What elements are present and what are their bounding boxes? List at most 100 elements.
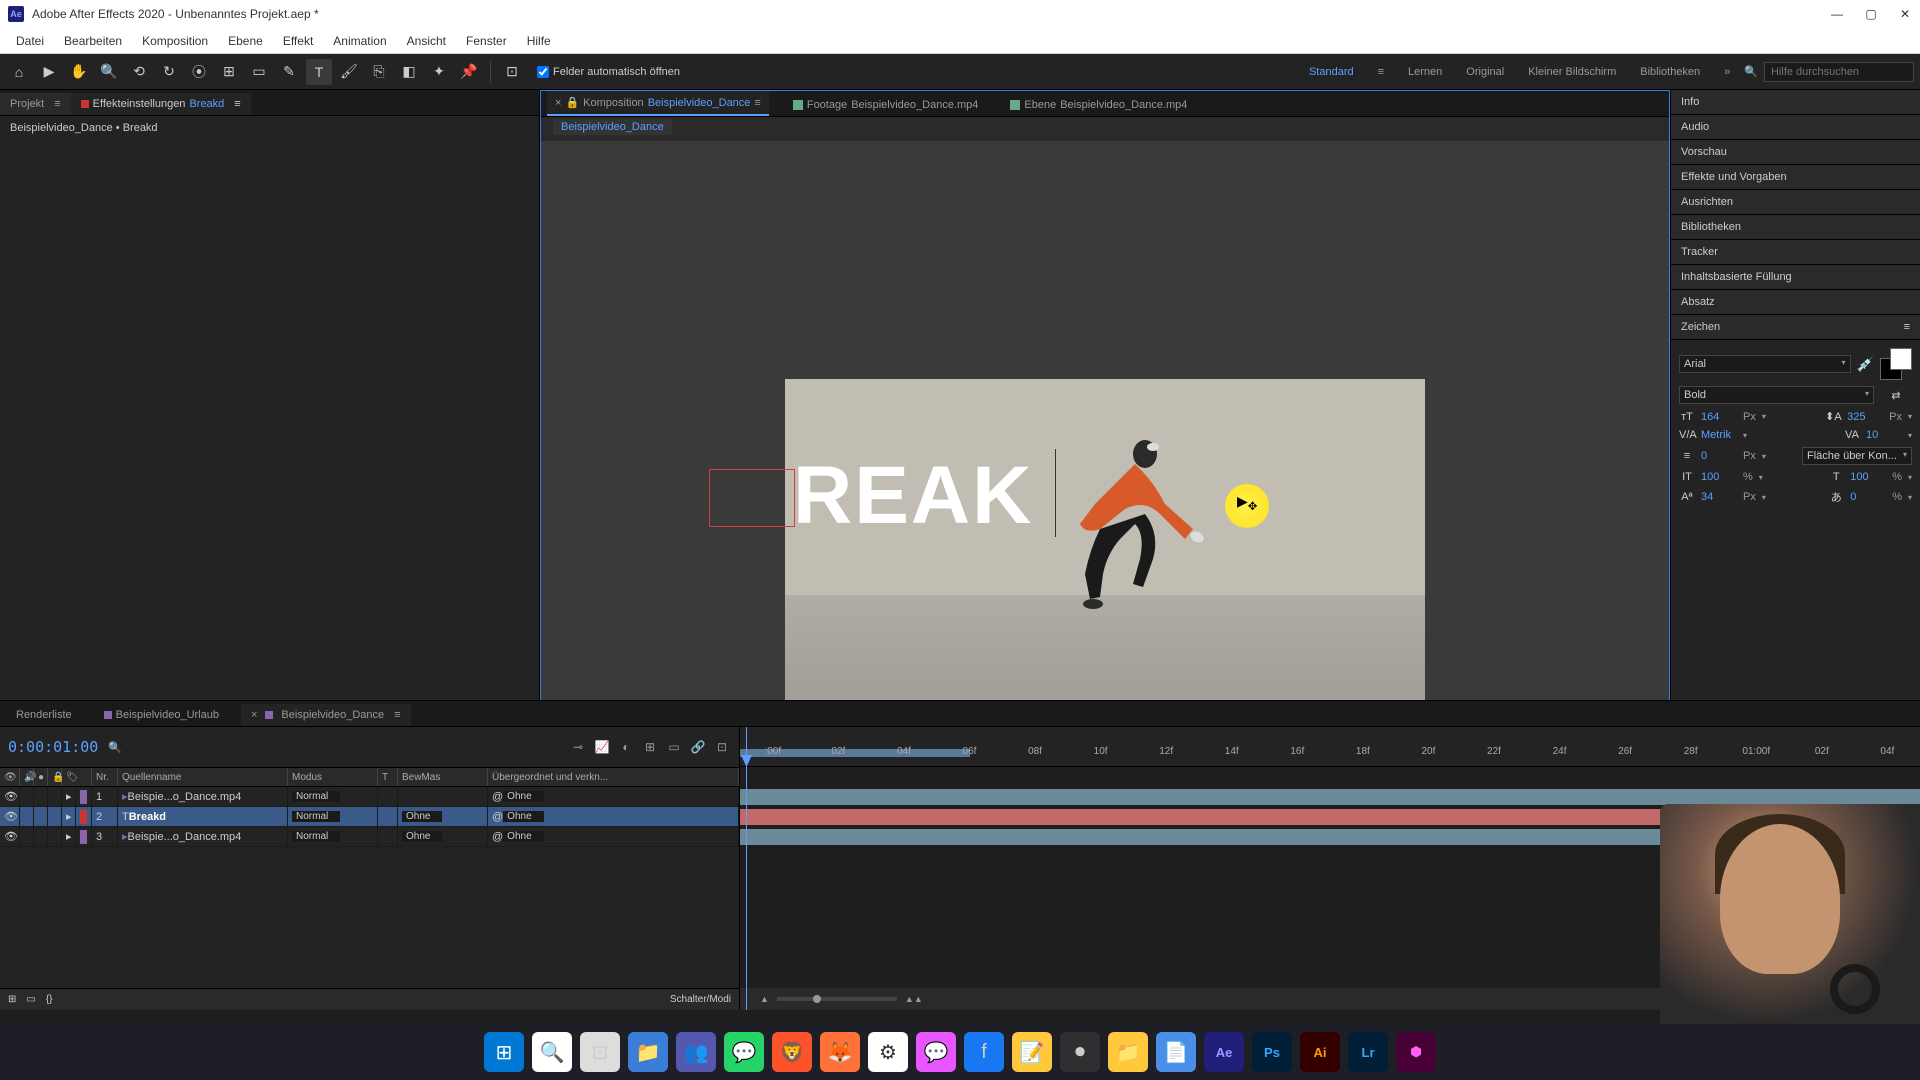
parent-dropdown[interactable]: Ohne [503, 791, 543, 802]
hand-tool[interactable]: ✋ [66, 59, 92, 85]
panel-absatz[interactable]: Absatz [1671, 290, 1920, 315]
mask-dropdown[interactable]: Ohne [402, 811, 442, 822]
taskbar-search-icon[interactable]: 🔍 [532, 1032, 572, 1072]
menu-ansicht[interactable]: Ansicht [397, 30, 456, 52]
comp-canvas[interactable]: REAK ▶✥ [785, 379, 1425, 739]
mode-dropdown[interactable]: Normal [292, 791, 340, 802]
type-tool[interactable]: T [306, 59, 332, 85]
leading-value[interactable]: 325 [1847, 411, 1883, 423]
obs-icon[interactable]: ⏺ [1060, 1032, 1100, 1072]
eye-icon[interactable]: 👁 [4, 810, 18, 823]
schalter-modi-button[interactable]: Schalter/Modi [670, 994, 731, 1005]
facebook-icon[interactable]: f [964, 1032, 1004, 1072]
start-button[interactable]: ⊞ [484, 1032, 524, 1072]
camera-tool[interactable]: ⦿ [186, 59, 212, 85]
teams-icon[interactable]: 👥 [676, 1032, 716, 1072]
layer-color-icon[interactable] [80, 830, 87, 844]
parent-pickwhip-icon[interactable]: @ [492, 811, 503, 823]
parent-pickwhip-icon[interactable]: @ [492, 791, 503, 803]
rotate-tool[interactable]: ↻ [156, 59, 182, 85]
comp-tab-ebene[interactable]: Ebene Beispielvideo_Dance.mp4 [1002, 94, 1195, 116]
tl-3d-icon[interactable]: ⊞ [641, 738, 659, 756]
puppet-tool[interactable]: 📌 [456, 59, 482, 85]
auto-open-checkbox[interactable]: Felder automatisch öffnen [537, 66, 680, 78]
comp-breadcrumb[interactable]: Beispielvideo_Dance [541, 117, 1669, 141]
panel-effekte[interactable]: Effekte und Vorgaben [1671, 165, 1920, 190]
tl-toggle-icon[interactable]: ⊞ [8, 994, 16, 1005]
tl-tab-urlaub[interactable]: Beispielvideo_Urlaub [94, 704, 229, 726]
tl-tab-renderliste[interactable]: Renderliste [6, 704, 82, 726]
taskview-icon[interactable]: ⊡ [580, 1032, 620, 1072]
workspace-menu-icon[interactable]: ≡ [1368, 62, 1394, 82]
menu-datei[interactable]: Datei [6, 30, 54, 52]
maximize-button[interactable]: ▢ [1864, 7, 1878, 21]
tracking-value[interactable]: 10 [1866, 429, 1902, 441]
explorer-icon[interactable]: 📁 [628, 1032, 668, 1072]
panel-info[interactable]: Info [1671, 90, 1920, 115]
notes-icon[interactable]: 📝 [1012, 1032, 1052, 1072]
swap-colors-icon[interactable]: ⇄ [1880, 389, 1912, 402]
zoom-out-icon[interactable]: ▲ [760, 994, 769, 1004]
timeline-search-icon[interactable]: 🔍 [108, 741, 122, 754]
eye-icon[interactable]: 👁 [4, 830, 18, 843]
tl-mb-icon[interactable]: ◐ [617, 738, 635, 756]
orbit-tool[interactable]: ⟲ [126, 59, 152, 85]
home-tool[interactable]: ⌂ [6, 59, 32, 85]
parent-dropdown[interactable]: Ohne [503, 831, 543, 842]
minimize-button[interactable]: — [1830, 7, 1844, 21]
workspace-more-icon[interactable]: » [1714, 62, 1740, 82]
tl-graph-icon[interactable]: 📈 [593, 738, 611, 756]
baseline-value[interactable]: 34 [1701, 491, 1737, 503]
layer-row-1[interactable]: 👁 ▸ 1 ▸Beispie...o_Dance.mp4 Normal @ Oh… [0, 787, 739, 807]
ai-taskbar-icon[interactable]: Ai [1300, 1032, 1340, 1072]
stroke-value[interactable]: 0 [1701, 450, 1737, 462]
menu-bearbeiten[interactable]: Bearbeiten [54, 30, 132, 52]
tl-frame-icon[interactable]: ▭ [665, 738, 683, 756]
close-button[interactable]: ✕ [1898, 7, 1912, 21]
tl-expr-icon[interactable]: ⊡ [713, 738, 731, 756]
tsume-value[interactable]: 0 [1850, 491, 1886, 503]
mode-dropdown[interactable]: Normal [292, 831, 340, 842]
vscale-value[interactable]: 100 [1701, 471, 1737, 483]
snap-icon[interactable]: ⊡ [499, 59, 525, 85]
color-swatch[interactable] [1880, 348, 1912, 380]
pen-tool[interactable]: ✎ [276, 59, 302, 85]
brave-icon[interactable]: 🦁 [772, 1032, 812, 1072]
firefox-icon[interactable]: 🦊 [820, 1032, 860, 1072]
comp-tab-komposition[interactable]: ×🔒 Komposition Beispielvideo_Dance ≡ [547, 91, 769, 116]
workspace-bibliotheken[interactable]: Bibliotheken [1630, 62, 1710, 82]
brush-tool[interactable]: 🖌 [336, 59, 362, 85]
layer-row-2[interactable]: 👁 ▸ 2 T Breakd Normal Ohne @ Ohne [0, 807, 739, 827]
panel-menu-icon[interactable]: ≡ [1904, 321, 1910, 333]
rect-tool[interactable]: ▭ [246, 59, 272, 85]
menu-fenster[interactable]: Fenster [456, 30, 517, 52]
hscale-value[interactable]: 100 [1850, 471, 1886, 483]
font-family-select[interactable]: Arial▾ [1679, 355, 1851, 373]
panel-tracker[interactable]: Tracker [1671, 240, 1920, 265]
menu-animation[interactable]: Animation [323, 30, 396, 52]
ps-taskbar-icon[interactable]: Ps [1252, 1032, 1292, 1072]
layer-color-icon[interactable] [80, 790, 87, 804]
stroke-option-select[interactable]: Fläche über Kon...▾ [1802, 447, 1912, 465]
eyedropper-icon[interactable]: 💉 [1857, 356, 1874, 373]
menu-ebene[interactable]: Ebene [218, 30, 273, 52]
ae-taskbar-icon[interactable]: Ae [1204, 1032, 1244, 1072]
zoom-tool[interactable]: 🔍 [96, 59, 122, 85]
mode-dropdown[interactable]: Normal [292, 811, 340, 822]
tl-frame-icon[interactable]: ▭ [26, 994, 35, 1005]
menu-hilfe[interactable]: Hilfe [517, 30, 561, 52]
layer-color-icon[interactable] [80, 810, 87, 824]
comp-tab-footage[interactable]: Footage Beispielvideo_Dance.mp4 [785, 94, 987, 116]
roto-tool[interactable]: ✦ [426, 59, 452, 85]
app-icon-generic[interactable]: ⚙ [868, 1032, 908, 1072]
workspace-kleiner[interactable]: Kleiner Bildschirm [1518, 62, 1626, 82]
tl-tab-dance[interactable]: ×Beispielvideo_Dance≡ [241, 704, 411, 726]
messenger-icon[interactable]: 💬 [916, 1032, 956, 1072]
layer-row-3[interactable]: 👁 ▸ 3 ▸Beispie...o_Dance.mp4 Normal Ohne… [0, 827, 739, 847]
clone-tool[interactable]: ⎘ [366, 59, 392, 85]
xd-taskbar-icon[interactable]: ⬢ [1396, 1032, 1436, 1072]
menu-komposition[interactable]: Komposition [132, 30, 218, 52]
eraser-tool[interactable]: ◧ [396, 59, 422, 85]
parent-pickwhip-icon[interactable]: @ [492, 831, 503, 843]
text-layer-preview[interactable]: REAK [793, 449, 1033, 543]
